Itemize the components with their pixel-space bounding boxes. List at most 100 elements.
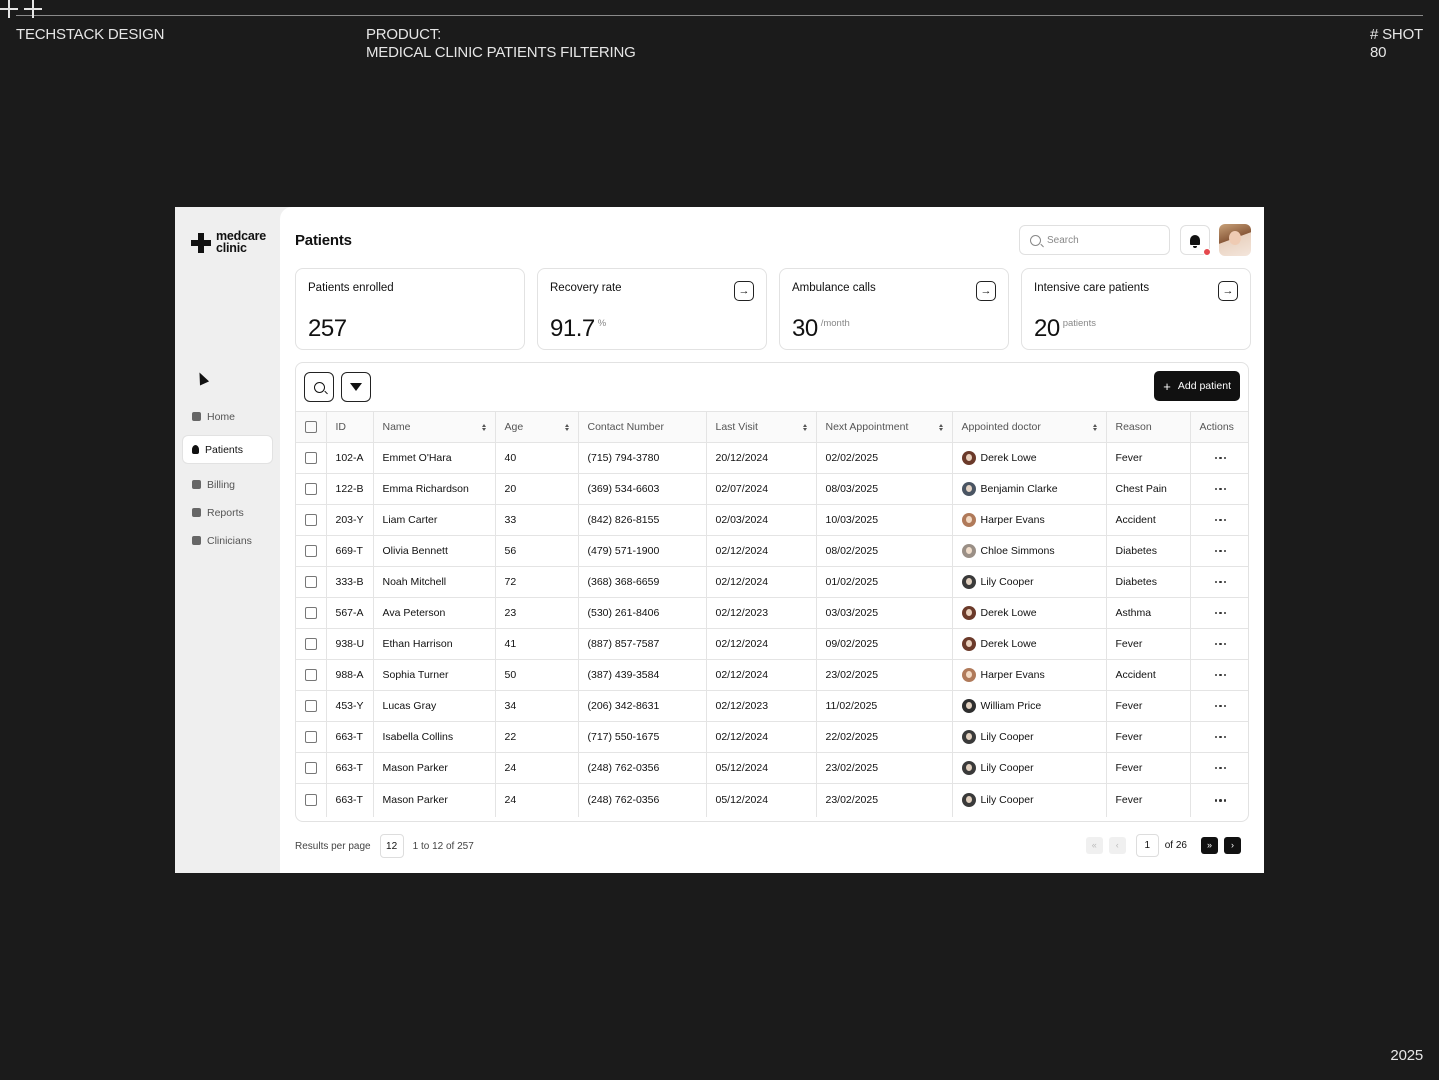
first-page-button[interactable]: «: [1085, 837, 1103, 854]
top-rule: [16, 15, 1423, 16]
row-checkbox[interactable]: [304, 794, 317, 807]
billing-icon: [192, 480, 201, 489]
table-row: 663-T Isabella Collins 22 (717) 550-1675 02/…: [296, 721, 1248, 753]
table-cell: 02/03/2024: [706, 504, 817, 536]
search-input[interactable]: [1047, 234, 1157, 246]
column-header-id[interactable]: ID: [326, 411, 374, 443]
current-page-input[interactable]: 1: [1135, 834, 1159, 857]
row-checkbox[interactable]: [304, 452, 317, 464]
row-checkbox[interactable]: [304, 514, 317, 526]
arrow-right-icon[interactable]: →: [734, 281, 754, 301]
column-header-actions[interactable]: Actions: [1190, 411, 1248, 443]
sort-icon[interactable]: [802, 423, 807, 431]
table-cell: 22/02/2025: [816, 721, 953, 753]
row-checkbox[interactable]: [304, 669, 317, 681]
dot: [1214, 487, 1217, 491]
arrow-right-icon[interactable]: →: [1218, 281, 1238, 301]
table-cell: (369) 534-6603: [578, 473, 707, 505]
row-checkbox[interactable]: [304, 700, 317, 712]
column-header-appointed-doctor[interactable]: Appointed doctor: [952, 411, 1107, 443]
table-cell: (479) 571-1900: [578, 535, 707, 567]
sidebar-item-billing[interactable]: Billing: [183, 471, 272, 498]
dot: [1223, 456, 1226, 460]
doctor-cell: Lily Cooper: [961, 793, 1097, 808]
sort-icon[interactable]: [564, 423, 569, 431]
sidebar-item-home[interactable]: Home: [183, 403, 272, 430]
row-checkbox[interactable]: [304, 607, 317, 619]
row-checkbox[interactable]: [304, 576, 317, 588]
doctor-cell: Derek Lowe: [961, 451, 1097, 465]
column-header-reason[interactable]: Reason: [1106, 411, 1191, 443]
column-header-last-visit[interactable]: Last Visit: [706, 411, 817, 443]
sidebar-item-patients[interactable]: Patients: [183, 436, 272, 463]
table-cell: Chest Pain: [1106, 473, 1191, 505]
table-row: 663-T Mason Parker 24 (248) 762-0356 05/12/2…: [296, 783, 1248, 817]
mouse-cursor-icon: [194, 370, 210, 386]
table-cell: (715) 794-3780: [578, 442, 707, 474]
row-select-cell: [296, 473, 327, 505]
doctor-avatar: [961, 699, 976, 713]
row-checkbox[interactable]: [304, 638, 317, 650]
doctor-cell: Lily Cooper: [961, 730, 1097, 744]
row-checkbox[interactable]: [304, 762, 317, 774]
column-header-contact-number[interactable]: Contact Number: [578, 411, 707, 443]
more-icon[interactable]: [1200, 735, 1242, 739]
sort-icon[interactable]: [481, 423, 486, 431]
logo[interactable]: medcare clinic: [191, 230, 266, 255]
column-header-label: Next Appointment: [825, 421, 909, 433]
row-checkbox[interactable]: [304, 731, 317, 743]
more-icon[interactable]: [1200, 456, 1242, 460]
last-page-button[interactable]: »: [1201, 837, 1218, 854]
column-header-next-appointment[interactable]: Next Appointment: [816, 411, 953, 443]
prev-page-button[interactable]: ‹: [1108, 837, 1126, 854]
year-caption: 2025: [1390, 1047, 1423, 1064]
table-cell: 02/12/2024: [706, 628, 817, 660]
table-search-button[interactable]: [304, 372, 334, 402]
column-header-age[interactable]: Age: [495, 411, 579, 443]
search-box[interactable]: [1019, 225, 1170, 255]
more-icon[interactable]: [1200, 766, 1242, 770]
more-icon[interactable]: [1200, 673, 1242, 677]
sort-icon[interactable]: [1092, 423, 1097, 431]
actions-cell: [1190, 690, 1248, 722]
table-cell: Derek Lowe: [952, 597, 1107, 629]
dot: [1223, 799, 1226, 802]
actions-cell: [1190, 752, 1248, 784]
dot: [1219, 642, 1222, 646]
column-header-label: Appointed doctor: [961, 421, 1041, 433]
select-all-checkbox[interactable]: [304, 421, 317, 433]
more-icon[interactable]: [1200, 799, 1242, 802]
row-select-cell: [296, 752, 327, 784]
table-cell: Lucas Gray: [373, 690, 496, 722]
more-icon[interactable]: [1200, 487, 1242, 491]
sidebar-item-reports[interactable]: Reports: [183, 499, 272, 526]
row-checkbox[interactable]: [304, 483, 317, 495]
doctor-name: Lily Cooper: [980, 794, 1034, 807]
actions-cell: [1190, 628, 1248, 660]
sort-icon[interactable]: [938, 423, 943, 431]
table-cell: Ethan Harrison: [373, 628, 496, 660]
more-icon[interactable]: [1200, 642, 1242, 646]
table-cell: 01/02/2025: [816, 566, 953, 598]
more-icon[interactable]: [1200, 518, 1242, 522]
more-icon[interactable]: [1200, 704, 1242, 708]
plus-icon: [0, 0, 18, 18]
results-per-page-select[interactable]: 12: [379, 834, 404, 858]
next-page-button[interactable]: ›: [1224, 837, 1241, 854]
arrow-right-icon[interactable]: →: [976, 281, 996, 301]
table-cell: 20: [495, 473, 579, 505]
row-checkbox[interactable]: [304, 545, 317, 557]
more-icon[interactable]: [1200, 611, 1242, 615]
notifications-button[interactable]: [1180, 225, 1211, 256]
table-cell: Mason Parker: [373, 752, 496, 784]
dot: [1219, 580, 1222, 584]
filter-button[interactable]: [341, 372, 371, 402]
add-patient-button[interactable]: + Add patient: [1154, 371, 1240, 401]
more-icon[interactable]: [1200, 549, 1242, 553]
sidebar-item-clinicians[interactable]: Clinicians: [183, 527, 272, 554]
logo-line-2: clinic: [216, 240, 247, 255]
user-avatar[interactable]: [1219, 224, 1251, 256]
stat-card-title: Recovery rate: [550, 282, 622, 294]
column-header-name[interactable]: Name: [373, 411, 496, 443]
more-icon[interactable]: [1200, 580, 1242, 584]
